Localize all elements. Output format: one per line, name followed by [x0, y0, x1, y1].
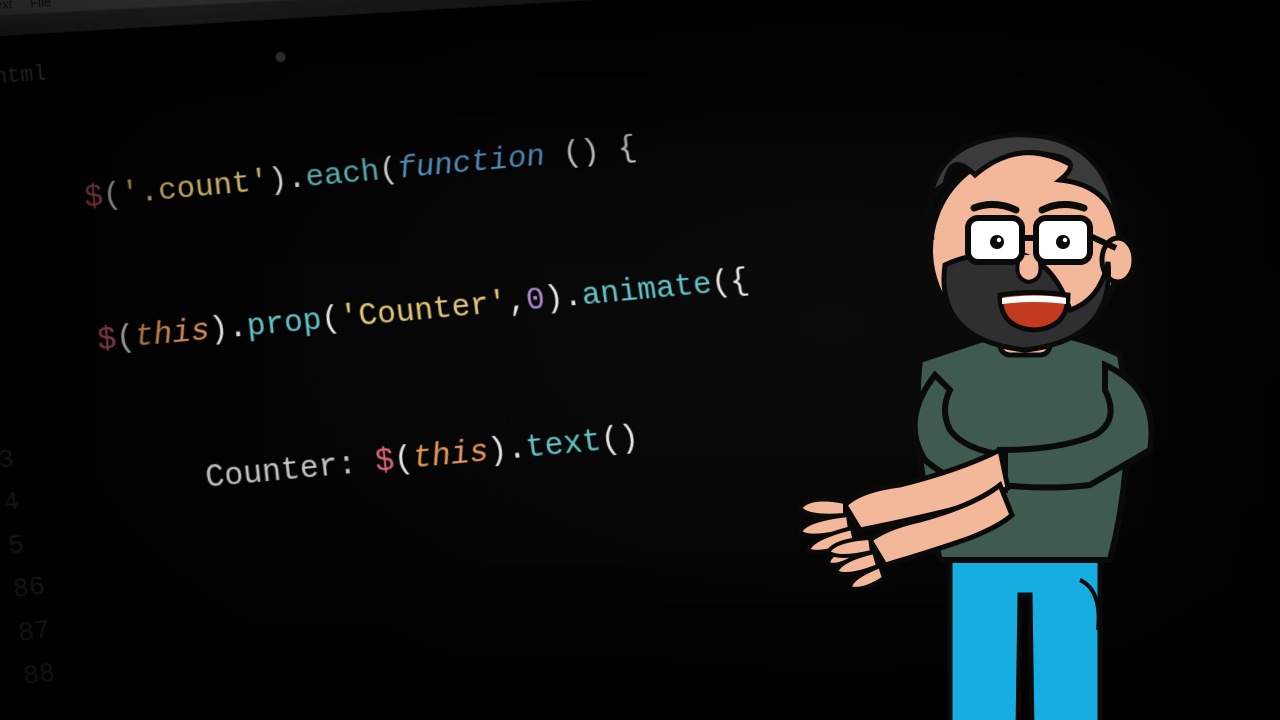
- tab-dirty-indicator: [275, 52, 286, 63]
- code-line: Counter: $(this).text(): [109, 357, 1262, 513]
- code-line: $('.count').each(function () {: [82, 75, 1207, 224]
- code-editor-content[interactable]: $('.count').each(function () { $(this).p…: [74, 0, 1280, 720]
- code-line: }, {: [137, 654, 1280, 720]
- menubar-file[interactable]: File: [30, 0, 52, 10]
- line-number-gutter: 3 4 5 86 87 88: [0, 437, 58, 700]
- line-number: 5: [6, 522, 42, 569]
- code-line: [123, 504, 1280, 664]
- line-number: 88: [21, 652, 58, 700]
- tab-filename[interactable]: e.html: [0, 61, 47, 91]
- line-number: 4: [1, 479, 37, 525]
- line-number: 86: [11, 565, 48, 612]
- line-number: 3: [0, 437, 32, 483]
- code-line: $(this).prop('Counter',0).animate({: [96, 214, 1235, 366]
- screenshot-stage: ne Text File e.html 3 4 5 86 87 88 $('.c…: [0, 0, 1280, 720]
- menubar-app-name: ne Text: [0, 0, 13, 13]
- line-number: 87: [16, 608, 53, 655]
